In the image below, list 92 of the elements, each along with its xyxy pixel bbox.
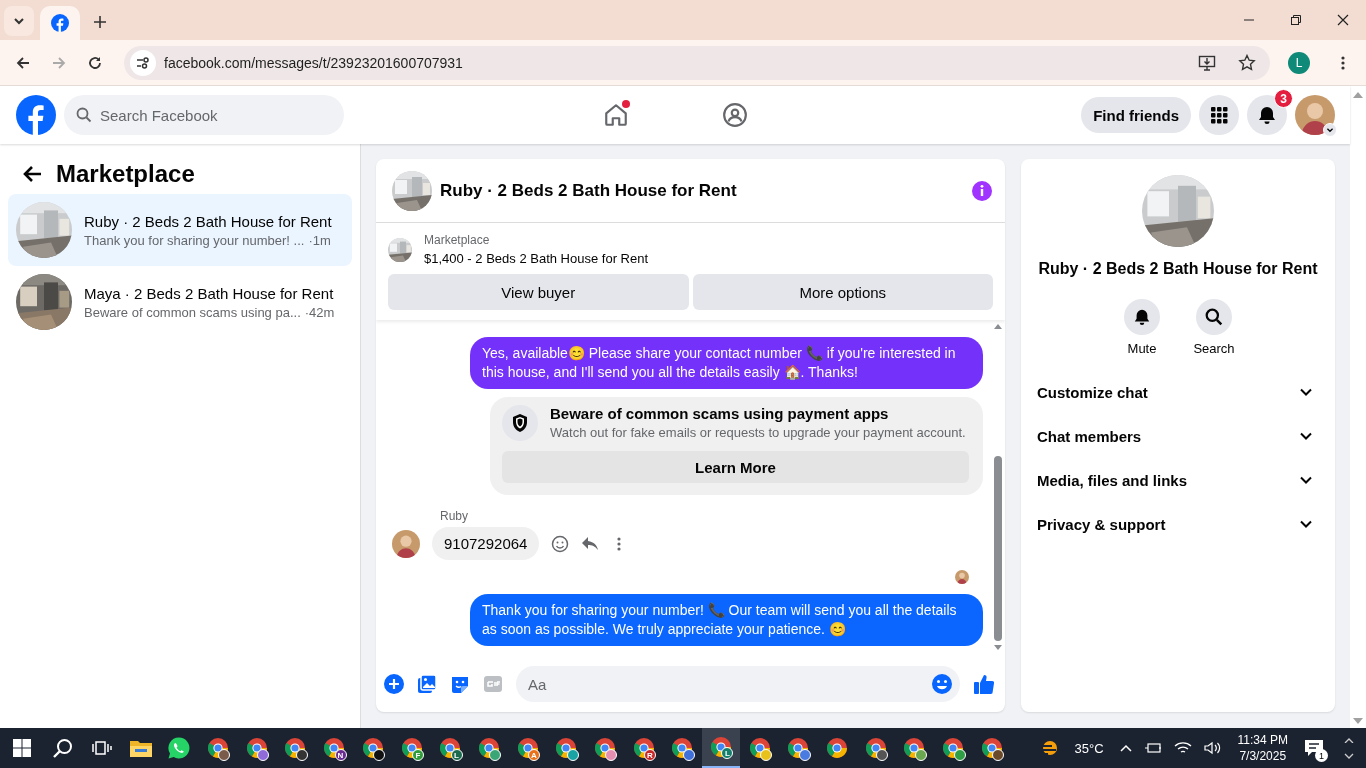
chat-action-button[interactable]: View buyer bbox=[388, 274, 689, 310]
add-icon[interactable] bbox=[384, 674, 404, 694]
more-icon[interactable] bbox=[617, 535, 622, 552]
message-bubble: Yes, available😊 Please share your contact number 📞 if you're interested in this house, and I'll send you all the details easily 🏠. Thanks! bbox=[470, 337, 983, 389]
sender-name: Ruby bbox=[440, 509, 469, 523]
back-arrow-icon[interactable] bbox=[22, 165, 42, 183]
scrollbar-thumb[interactable] bbox=[994, 456, 1002, 641]
listing-label: Marketplace bbox=[424, 233, 491, 247]
task-view-icon bbox=[92, 739, 113, 757]
clock[interactable]: 11:34 PM 7/3/2025 bbox=[1237, 732, 1288, 764]
chrome-button[interactable]: F bbox=[392, 728, 431, 768]
site-settings-icon[interactable] bbox=[136, 55, 150, 70]
sticker-icon[interactable] bbox=[450, 674, 470, 694]
conversation-name: Ruby · 2 Beds 2 Bath House for Rent bbox=[84, 212, 332, 230]
battery-icon[interactable] bbox=[1143, 741, 1162, 755]
message-preview: Thank you for sharing your number! ... bbox=[84, 232, 305, 248]
shield-icon bbox=[511, 413, 529, 433]
plus-icon bbox=[93, 15, 107, 29]
thumbs-up-icon[interactable] bbox=[973, 673, 995, 695]
react-icon[interactable] bbox=[551, 534, 570, 553]
page-title: Marketplace bbox=[56, 160, 195, 188]
address-bar[interactable]: facebook.com/messages/t/23923201600707931 bbox=[124, 45, 1270, 80]
message-time: ·1m bbox=[308, 232, 331, 248]
search-icon bbox=[1205, 308, 1223, 326]
account-avatar bbox=[1295, 95, 1335, 135]
forward-arrow-icon bbox=[51, 54, 67, 71]
notification-center-button[interactable]: 1 bbox=[1300, 734, 1328, 762]
facebook-icon bbox=[51, 14, 69, 32]
section-toggle[interactable]: Customize chat bbox=[1037, 370, 1319, 414]
chat-action-button[interactable]: Search bbox=[1190, 299, 1238, 356]
emoji-icon[interactable] bbox=[931, 673, 953, 695]
conversation-title: Ruby · 2 Beds 2 Bath House for Rent bbox=[1037, 259, 1319, 279]
restore-icon bbox=[1289, 14, 1302, 26]
photo-icon[interactable] bbox=[417, 674, 437, 694]
message-time: ·42m bbox=[304, 304, 335, 320]
grid-icon bbox=[1209, 105, 1229, 125]
section-toggle[interactable]: Privacy & support bbox=[1037, 502, 1319, 546]
message-bubble: Thank you for sharing your number! 📞 Our team will send you all the details as soon as possible. We truly appreciate your patience. 😊 bbox=[470, 594, 983, 646]
conversation-item[interactable]: Ruby · 2 Beds 2 Bath House for Rent Thank you for sharing your number! ... ·1m bbox=[8, 194, 352, 266]
search-icon bbox=[76, 107, 92, 123]
back-arrow-icon bbox=[15, 54, 31, 71]
chrome-icon bbox=[826, 737, 849, 759]
profile-badge: R bbox=[644, 749, 656, 761]
temperature-text: 35°C bbox=[1074, 740, 1104, 756]
reload-icon bbox=[87, 54, 103, 71]
caret-up-icon[interactable] bbox=[1119, 744, 1132, 752]
home-icon[interactable] bbox=[603, 102, 629, 128]
chrome-button[interactable]: N bbox=[314, 728, 354, 768]
message-bubble: 9107292064 bbox=[432, 527, 540, 560]
facebook-logo[interactable] bbox=[16, 95, 56, 135]
sender-avatar bbox=[392, 529, 420, 558]
bell-icon bbox=[1257, 105, 1277, 125]
bell-icon bbox=[1133, 308, 1151, 326]
chat-title: Ruby · 2 Beds 2 Bath House for Rent bbox=[440, 180, 738, 201]
conversation-name: Maya · 2 Beds 2 Bath House for Rent bbox=[84, 284, 335, 302]
search-icon bbox=[52, 737, 75, 759]
notification-badge: 3 bbox=[1274, 89, 1293, 108]
caret-icon bbox=[13, 15, 25, 27]
groups-icon[interactable] bbox=[722, 102, 748, 128]
chrome-button[interactable]: L bbox=[701, 728, 741, 768]
warning-title: Beware of common scams using payment apps bbox=[550, 405, 890, 422]
chat-action-button[interactable]: Mute bbox=[1118, 299, 1166, 356]
section-toggle[interactable]: Chat members bbox=[1037, 414, 1319, 458]
url-text: facebook.com/messages/t/23923201600707931 bbox=[164, 54, 464, 71]
message-field[interactable]: Aa bbox=[516, 666, 960, 702]
chrome-button[interactable]: R bbox=[624, 728, 663, 768]
profile-button[interactable]: L bbox=[1288, 51, 1310, 74]
tab-list-button[interactable] bbox=[4, 6, 34, 36]
section-toggle[interactable]: Media, files and links bbox=[1037, 458, 1319, 502]
learn-more-button[interactable]: Learn More bbox=[502, 451, 969, 483]
whatsapp-icon bbox=[167, 736, 192, 760]
wifi-icon[interactable] bbox=[1173, 741, 1192, 755]
conversation-item[interactable]: Maya · 2 Beds 2 Bath House for Rent Beware of common scams using pa... ·42m bbox=[8, 266, 352, 338]
info-icon[interactable] bbox=[971, 179, 993, 202]
chrome-button[interactable]: L bbox=[430, 728, 470, 768]
windows-icon bbox=[13, 739, 31, 757]
volume-icon[interactable] bbox=[1203, 741, 1222, 755]
folder-icon bbox=[128, 738, 153, 758]
seen-avatar bbox=[955, 570, 969, 584]
find-friends-button[interactable]: Find friends bbox=[1081, 97, 1191, 133]
browser-tab[interactable] bbox=[40, 6, 80, 40]
caret-icon[interactable] bbox=[1323, 123, 1337, 137]
search-field[interactable]: Search Facebook bbox=[64, 95, 344, 135]
menu-button[interactable] bbox=[1199, 95, 1239, 135]
message-preview: Beware of common scams using pa... bbox=[84, 304, 301, 320]
profile-badge: L bbox=[721, 747, 734, 759]
listing-title: $1,400 - 2 Beds 2 Bath House for Rent bbox=[424, 251, 649, 266]
warning-text: Watch out for fake emails or requests to upgrade your payment account. bbox=[550, 425, 966, 440]
chat-action-button[interactable]: More options bbox=[692, 274, 993, 310]
install-app-icon[interactable] bbox=[1198, 53, 1216, 72]
bookmark-star-icon[interactable] bbox=[1238, 53, 1256, 72]
notifications-button[interactable] bbox=[1247, 95, 1287, 135]
